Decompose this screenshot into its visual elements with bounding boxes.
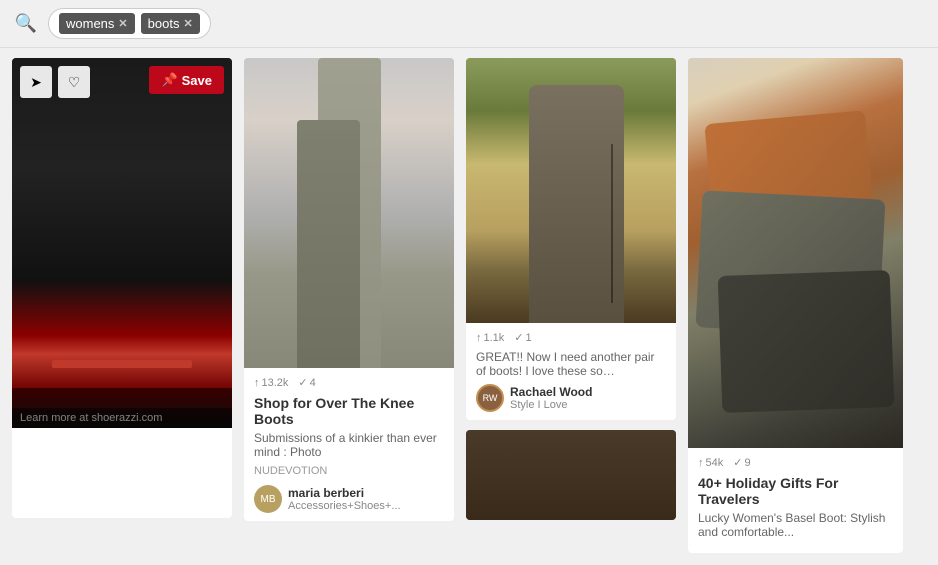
likes-check-icon-3: ✓	[514, 331, 523, 344]
pin-card-1: ➤ ♡ 📌 Save Learn more at shoerazzi.com	[12, 58, 232, 518]
avatar-3: RW	[476, 384, 504, 412]
likes-stat-2: ✓ 4	[298, 376, 315, 389]
tag-boots[interactable]: boots ✕	[141, 13, 200, 34]
pin-card-3: ↑ 1.1k ✓ 1 GREAT!! Now I need another pa…	[466, 58, 676, 420]
saves-count-4: 54k	[706, 457, 724, 469]
saves-stat-2: ↑ 13.2k	[254, 377, 288, 389]
pin-desc-4: Lucky Women's Basel Boot: Stylish and co…	[698, 511, 893, 539]
saves-count-3: 1.1k	[484, 332, 505, 344]
column-4: ↑ 54k ✓ 9 40+ Holiday Gifts For Traveler…	[688, 58, 903, 555]
likes-count-2: 4	[310, 377, 316, 389]
pin-image-2	[244, 58, 454, 368]
likes-count-4: 9	[744, 457, 750, 469]
pin-info-4: ↑ 54k ✓ 9 40+ Holiday Gifts For Traveler…	[688, 448, 903, 553]
search-icon: 🔍	[12, 10, 40, 38]
pin-icon-save: 📌	[161, 72, 177, 88]
likes-check-icon-2: ✓	[298, 376, 307, 389]
tag-boots-label: boots	[148, 16, 180, 31]
pin-card-5	[466, 430, 676, 520]
user-name-3: Rachael Wood	[510, 385, 592, 399]
send-icon: ➤	[30, 74, 42, 91]
pin-actions-1: ➤ ♡	[20, 66, 90, 98]
pin-image-3	[466, 58, 676, 323]
pin-image-5	[466, 430, 676, 520]
heart-icon: ♡	[68, 74, 81, 91]
header: 🔍 womens ✕ boots ✕	[0, 0, 938, 48]
main-content: ➤ ♡ 📌 Save Learn more at shoerazzi.com	[0, 48, 938, 565]
likes-stat-4: ✓ 9	[733, 456, 750, 469]
saves-arrow-icon-2: ↑	[254, 377, 260, 389]
column-1: ➤ ♡ 📌 Save Learn more at shoerazzi.com	[12, 58, 232, 555]
avatar-2: MB	[254, 485, 282, 513]
pin-image-4	[688, 58, 903, 448]
tag-womens-close[interactable]: ✕	[118, 17, 127, 30]
pin-card-2: ↑ 13.2k ✓ 4 Shop for Over The Knee Boots…	[244, 58, 454, 521]
user-row-2: MB maria berberi Accessories+Shoes+...	[254, 485, 444, 513]
tag-boots-close[interactable]: ✕	[183, 17, 192, 30]
column-3: ↑ 1.1k ✓ 1 GREAT!! Now I need another pa…	[466, 58, 676, 555]
pin-source-2: NUDEVOTION	[254, 465, 444, 477]
pin-stats-3: ↑ 1.1k ✓ 1	[476, 331, 666, 344]
save-label: Save	[182, 73, 212, 88]
pin-title-4: 40+ Holiday Gifts For Travelers	[698, 475, 893, 507]
search-bar[interactable]: womens ✕ boots ✕	[48, 8, 211, 39]
likes-stat-3: ✓ 1	[514, 331, 531, 344]
send-button-1[interactable]: ➤	[20, 66, 52, 98]
pin-info-3: ↑ 1.1k ✓ 1 GREAT!! Now I need another pa…	[466, 323, 676, 420]
user-info-3: Rachael Wood Style I Love	[510, 385, 592, 411]
overlay-text-1: Learn more at shoerazzi.com	[20, 412, 162, 424]
saves-stat-4: ↑ 54k	[698, 457, 723, 469]
saves-arrow-icon-3: ↑	[476, 332, 482, 344]
pin-info-2: ↑ 13.2k ✓ 4 Shop for Over The Knee Boots…	[244, 368, 454, 521]
saves-stat-3: ↑ 1.1k	[476, 332, 504, 344]
heart-button-1[interactable]: ♡	[58, 66, 90, 98]
saves-count-2: 13.2k	[262, 377, 289, 389]
user-board-3: Style I Love	[510, 399, 592, 411]
pin-title-2: Shop for Over The Knee Boots	[254, 395, 444, 427]
user-board-2: Accessories+Shoes+...	[288, 500, 401, 512]
pin-stats-2: ↑ 13.2k ✓ 4	[254, 376, 444, 389]
avatar-initials-3: RW	[483, 393, 498, 403]
likes-check-icon-4: ✓	[733, 456, 742, 469]
user-name-2: maria berberi	[288, 486, 401, 500]
user-info-2: maria berberi Accessories+Shoes+...	[288, 486, 401, 512]
tag-womens[interactable]: womens ✕	[59, 13, 135, 34]
pin-desc-3: GREAT!! Now I need another pair of boots…	[476, 350, 666, 378]
avatar-initials-2: MB	[261, 494, 276, 505]
pin-image-1: ➤ ♡ 📌 Save Learn more at shoerazzi.com	[12, 58, 232, 428]
save-button-1[interactable]: 📌 Save	[149, 66, 224, 94]
pin-stats-4: ↑ 54k ✓ 9	[698, 456, 893, 469]
column-2: ↑ 13.2k ✓ 4 Shop for Over The Knee Boots…	[244, 58, 454, 555]
likes-count-3: 1	[526, 332, 532, 344]
pin-card-4: ↑ 54k ✓ 9 40+ Holiday Gifts For Traveler…	[688, 58, 903, 553]
pin-overlay-1: Learn more at shoerazzi.com	[12, 408, 232, 428]
pin-desc-2: Submissions of a kinkier than ever mind …	[254, 431, 444, 459]
tag-womens-label: womens	[66, 16, 114, 31]
user-row-3: RW Rachael Wood Style I Love	[476, 384, 666, 412]
saves-arrow-icon-4: ↑	[698, 457, 704, 469]
